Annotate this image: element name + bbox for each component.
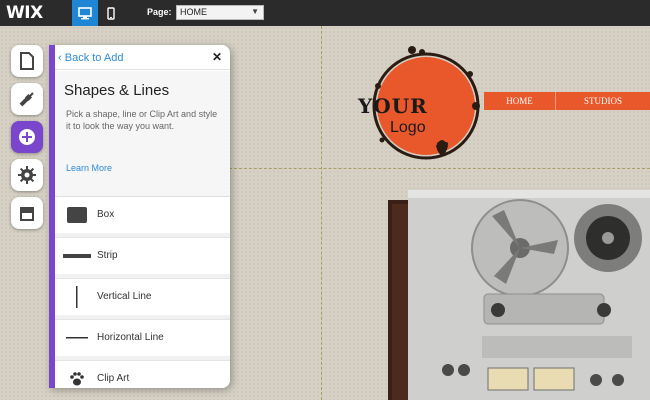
top-bar: WIX Page: HOME ▼ (0, 0, 650, 26)
panel-info: Shapes & Lines Pick a shape, line or Cli… (55, 71, 230, 197)
wix-logo[interactable]: WIX (6, 3, 43, 23)
chevron-left-icon: ‹ (58, 52, 65, 64)
rail-app-market-button[interactable] (11, 197, 43, 229)
desktop-icon (78, 6, 92, 19)
shape-item-strip[interactable]: Strip (55, 238, 230, 279)
shape-item-vertical-line[interactable]: Vertical Line (55, 279, 230, 320)
panel-header: ‹ Back to Add ✕ (55, 45, 230, 70)
add-panel: ‹ Back to Add ✕ Shapes & Lines Pick a sh… (49, 45, 230, 388)
shape-item-label: Clip Art (97, 373, 130, 384)
shape-item-label: Strip (97, 250, 118, 261)
page-select-value: HOME (180, 7, 207, 17)
shape-item-box[interactable]: Box (55, 197, 230, 238)
logo-text-logo: Logo (390, 119, 426, 136)
rail-settings-button[interactable] (11, 159, 43, 191)
learn-more-link[interactable]: Learn More (66, 163, 112, 173)
shape-item-label: Vertical Line (97, 291, 152, 302)
site-nav-strip: HOME STUDIOS (484, 92, 650, 110)
add-icon (19, 129, 35, 145)
desktop-view-button[interactable] (72, 0, 98, 26)
rail-design-button[interactable] (11, 83, 43, 115)
design-icon (19, 92, 34, 107)
back-to-add-label: Back to Add (64, 52, 124, 64)
box-icon (67, 207, 87, 223)
shape-item-horizontal-line[interactable]: Horizontal Line (55, 320, 230, 361)
shape-item-clip-art[interactable]: Clip Art (55, 361, 230, 388)
mobile-view-button[interactable] (98, 0, 124, 26)
logo-text-your: YOUR (358, 94, 428, 118)
panel-description: Pick a shape, line or Clip Art and style… (66, 109, 218, 131)
pages-icon (20, 52, 34, 70)
app-market-icon (20, 207, 34, 221)
rail-add-button[interactable] (11, 121, 43, 153)
page-label: Page: (147, 7, 172, 17)
reel-to-reel-tape-deck-image[interactable] (388, 186, 650, 400)
shape-item-label: Horizontal Line (97, 332, 164, 343)
site-nav-home[interactable]: HOME (484, 92, 556, 110)
strip-icon (63, 254, 91, 258)
shape-item-label: Box (97, 209, 115, 220)
settings-icon (18, 166, 36, 184)
guide-line-horizontal (229, 168, 650, 169)
guide-line-vertical (321, 26, 322, 400)
horizontal-line-icon (66, 337, 88, 339)
back-to-add-link[interactable]: ‹ Back to Add (58, 52, 123, 64)
chevron-down-icon: ▼ (251, 7, 259, 16)
rail-pages-button[interactable] (11, 45, 43, 77)
vertical-line-icon (76, 286, 78, 308)
page-select[interactable]: HOME ▼ (176, 5, 264, 20)
close-icon[interactable]: ✕ (212, 50, 222, 64)
site-nav-studios[interactable]: STUDIOS (556, 92, 650, 110)
panel-title: Shapes & Lines (64, 82, 170, 99)
paw-icon (70, 372, 84, 386)
mobile-icon (107, 6, 115, 20)
